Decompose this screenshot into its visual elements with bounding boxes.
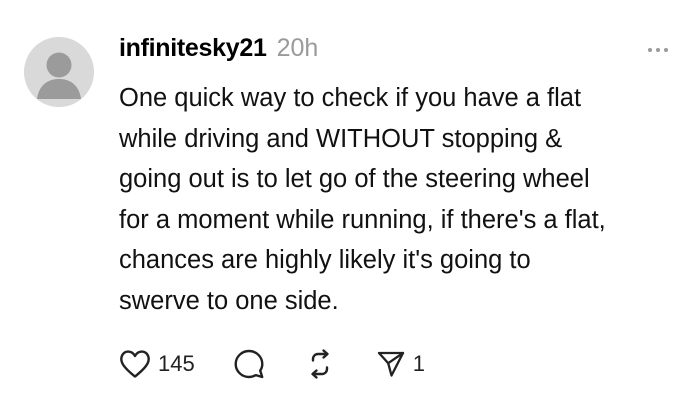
share-button[interactable]: 1 [376,349,425,379]
default-avatar-icon [37,52,81,99]
more-icon [664,48,668,52]
send-icon [377,351,404,377]
repost-button[interactable] [304,348,336,380]
comment-bubble-icon [234,349,264,379]
repost-icon [311,349,329,379]
like-count: 145 [158,351,195,376]
comment-button[interactable] [233,348,265,380]
more-options-button[interactable] [640,40,676,60]
post-header: infinitesky21 20h [119,34,318,68]
more-icon [648,48,652,52]
share-count: 1 [412,351,425,376]
post: infinitesky21 20h One quick way to check… [0,0,700,414]
username[interactable]: infinitesky21 [119,34,267,63]
timestamp[interactable]: 20h [277,34,319,63]
action-bar: 145 1 [119,345,425,383]
like-button[interactable]: 145 [119,349,195,379]
heart-icon [120,350,150,378]
avatar[interactable] [24,37,94,107]
post-text: One quick way to check if you have a fla… [119,84,606,315]
more-icon [656,48,660,52]
